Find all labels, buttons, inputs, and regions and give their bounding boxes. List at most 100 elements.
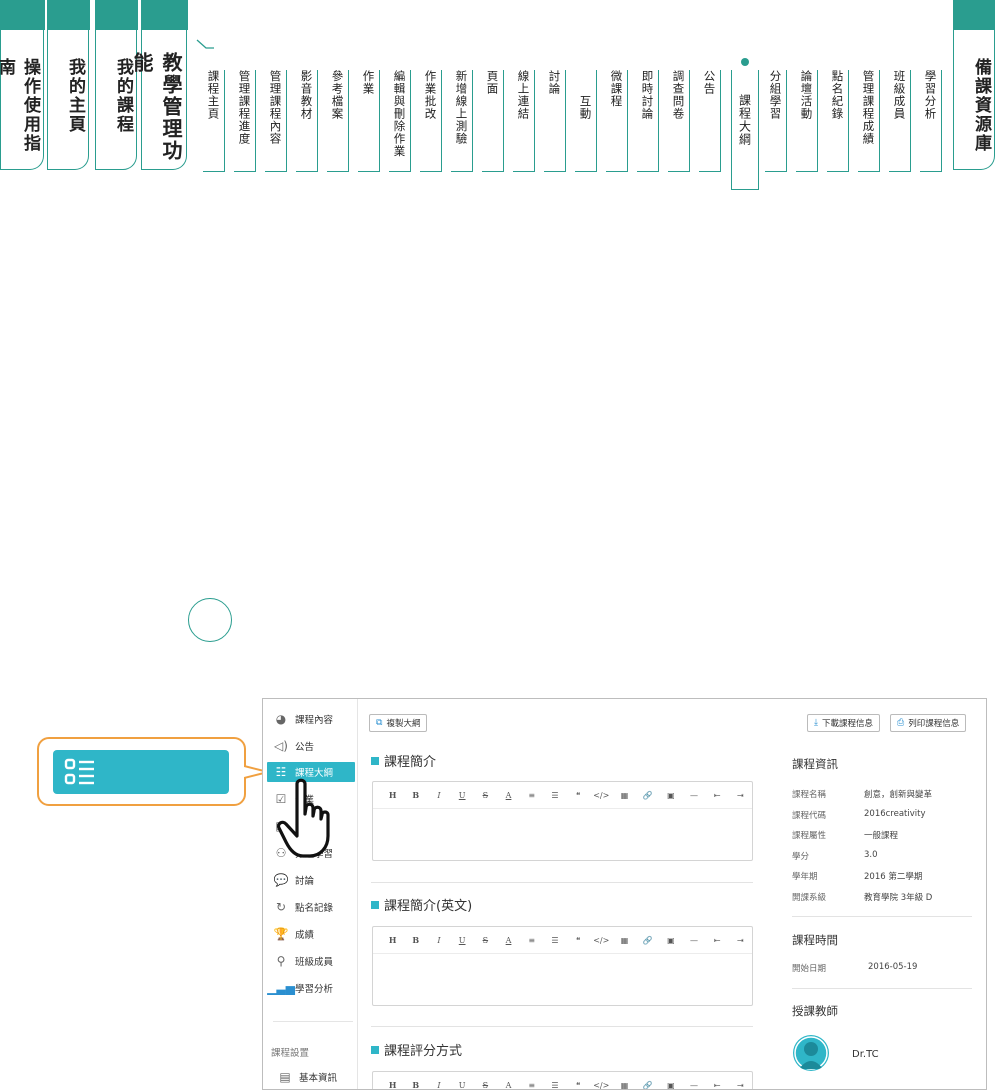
editor-tool-button[interactable]: </> (590, 936, 613, 945)
nav-tab-teaching-management[interactable]: 教學管理功能 (130, 0, 188, 170)
sub-tab-14[interactable]: 即時討論 (637, 70, 659, 172)
rich-text-editor-intro[interactable]: H B I U S A ≡ ☰ ❝ </> ▦ 🔗 ▣ — ⇤ ⇥ (372, 781, 753, 861)
sidebar-item-basic-info[interactable]: ▤ 基本資訊 (277, 1067, 337, 1087)
sidebar-item-analytics[interactable]: ▁▃▅ 學習分析 (267, 978, 333, 998)
sub-tab-4[interactable]: 參考檔案 (327, 70, 349, 172)
sub-tab-13[interactable]: 微課程 (606, 70, 628, 172)
sub-tab-5[interactable]: 作業 (358, 70, 380, 172)
editor-tool-button[interactable]: A (497, 936, 520, 945)
sub-tab-0[interactable]: 課程主頁 (203, 70, 225, 172)
editor-tool-button[interactable]: ≡ (520, 791, 543, 800)
editor-tool-button[interactable]: ☰ (543, 791, 566, 800)
copy-outline-button[interactable]: ⧉ 複製大綱 (369, 714, 428, 732)
sub-tab-18[interactable]: 分組學習 (765, 70, 787, 172)
editor-tool-button[interactable]: S (474, 1081, 497, 1090)
editor-tool-button[interactable]: H (381, 790, 404, 800)
sub-tab-label: 即時討論 (640, 70, 655, 120)
sidebar-item-discussion[interactable]: 💬 討論 (273, 870, 315, 890)
editor-tool-button[interactable]: U (451, 791, 474, 800)
sidebar-item-members[interactable]: ⚲ 班級成員 (273, 951, 333, 971)
editor-tool-button[interactable]: B (404, 1080, 427, 1089)
nav-tab-resource-library[interactable]: 備課資源庫 (952, 0, 995, 170)
editor-tool-button[interactable]: ☰ (543, 936, 566, 945)
sidebar-item-announcement[interactable]: ◁) 公告 (273, 736, 314, 756)
editor-tool-button[interactable]: ⇤ (706, 1081, 729, 1090)
editor-tool-button[interactable]: I (427, 791, 450, 800)
section-divider (371, 882, 753, 883)
sidebar-item-course-content[interactable]: ◕ 課程內容 (273, 709, 333, 729)
sub-tab-19[interactable]: 論壇活動 (796, 70, 818, 172)
sub-tab-6[interactable]: 編輯與刪除作業 (389, 70, 411, 172)
editor-tool-button[interactable]: U (451, 1081, 474, 1090)
editor-tool-button[interactable]: ☰ (543, 1081, 566, 1090)
editor-tool-button[interactable]: ⇤ (706, 791, 729, 800)
editor-tool-button[interactable]: ▦ (613, 1081, 636, 1090)
sub-tab-22[interactable]: 班級成員 (889, 70, 911, 172)
editor-tool-button[interactable]: </> (590, 1081, 613, 1090)
print-info-button[interactable]: ⎙ 列印課程信息 (890, 714, 967, 732)
editor-tool-button[interactable]: ≡ (520, 936, 543, 945)
sub-tab-15[interactable]: 調查問卷 (668, 70, 690, 172)
editor-tool-button[interactable]: H (381, 935, 404, 945)
sub-tab-17[interactable]: 課程大綱 (731, 70, 759, 190)
sidebar-item-grades[interactable]: 🏆 成績 (273, 924, 315, 944)
editor-tool-button[interactable]: B (404, 790, 427, 800)
editor-tool-button[interactable]: ⇥ (729, 1081, 752, 1090)
sidebar-item-label: 班級成員 (295, 957, 334, 968)
sub-tab-9[interactable]: 頁面 (482, 70, 504, 172)
editor-body[interactable] (373, 953, 752, 954)
editor-tool-button[interactable]: I (427, 1081, 450, 1090)
nav-tab-my-home[interactable]: 我的主頁 (46, 0, 90, 170)
editor-tool-button[interactable]: ≡ (520, 1081, 543, 1090)
sidebar-item-rollcall[interactable]: ↻ 點名記錄 (273, 897, 333, 917)
sidebar-section-label: 課程設置 (271, 1048, 310, 1059)
sub-tab-11[interactable]: 討論 (544, 70, 566, 172)
editor-tool-button[interactable]: ⇥ (729, 936, 752, 945)
editor-tool-button[interactable]: 🔗 (636, 791, 659, 800)
rich-text-editor-grading[interactable]: H B I U S A ≡ ☰ ❝ </> ▦ 🔗 ▣ — ⇤ ⇥ (372, 1071, 753, 1090)
editor-tool-button[interactable]: ▦ (613, 791, 636, 800)
editor-tool-button[interactable]: ❝ (567, 936, 590, 945)
course-time-title: 課程時間 (792, 933, 838, 947)
download-icon: ⤓ (814, 718, 818, 728)
editor-tool-button[interactable]: B (404, 935, 427, 945)
editor-tool-button[interactable]: 🔗 (636, 1081, 659, 1090)
editor-tool-button[interactable]: </> (590, 791, 613, 800)
editor-tool-button[interactable]: ▣ (659, 936, 682, 945)
editor-tool-button[interactable]: — (682, 791, 705, 800)
editor-body[interactable] (373, 808, 752, 809)
editor-tool-button[interactable]: S (474, 936, 497, 945)
editor-tool-button[interactable]: ❝ (567, 791, 590, 800)
sub-tab-7[interactable]: 作業批改 (420, 70, 442, 172)
sub-tab-10[interactable]: 線上連結 (513, 70, 535, 172)
nav-tab-label: 我的主頁 (65, 58, 85, 134)
editor-tool-button[interactable]: ⇥ (729, 791, 752, 800)
sub-tab-21[interactable]: 管理課程成績 (858, 70, 880, 172)
editor-tool-button[interactable]: S (474, 791, 497, 800)
editor-tool-button[interactable]: 🔗 (636, 936, 659, 945)
editor-tool-button[interactable]: — (682, 936, 705, 945)
editor-tool-button[interactable]: I (427, 936, 450, 945)
sub-tab-23[interactable]: 學習分析 (920, 70, 942, 172)
editor-tool-button[interactable]: ▣ (659, 1081, 682, 1090)
editor-tool-button[interactable]: U (451, 936, 474, 945)
rich-text-editor-intro-english[interactable]: H B I U S A ≡ ☰ ❝ </> ▦ 🔗 ▣ — ⇤ ⇥ (372, 926, 753, 1006)
editor-tool-button[interactable]: — (682, 1081, 705, 1090)
sub-tab-20[interactable]: 點名紀錄 (827, 70, 849, 172)
editor-tool-button[interactable]: ▦ (613, 936, 636, 945)
editor-tool-button[interactable]: ▣ (659, 791, 682, 800)
sub-tab-8[interactable]: 新增線上測驗 (451, 70, 473, 172)
active-tab-indicator (741, 58, 749, 66)
editor-tool-button[interactable]: ❝ (567, 1081, 590, 1090)
editor-tool-button[interactable]: A (497, 1081, 520, 1090)
sub-tab-2[interactable]: 管理課程內容 (265, 70, 287, 172)
sub-tab-1[interactable]: 管理課程進度 (234, 70, 256, 172)
editor-tool-button[interactable]: ⇤ (706, 936, 729, 945)
nav-tab-guide[interactable]: 操作使用指南 (0, 0, 45, 170)
sub-tab-16[interactable]: 公告 (699, 70, 721, 172)
sub-tab-3[interactable]: 影音教材 (296, 70, 318, 172)
sub-tab-12[interactable]: 互動 (575, 70, 597, 172)
editor-tool-button[interactable]: H (381, 1080, 404, 1089)
download-info-button[interactable]: ⤓ 下載課程信息 (807, 714, 880, 732)
editor-tool-button[interactable]: A (497, 791, 520, 800)
